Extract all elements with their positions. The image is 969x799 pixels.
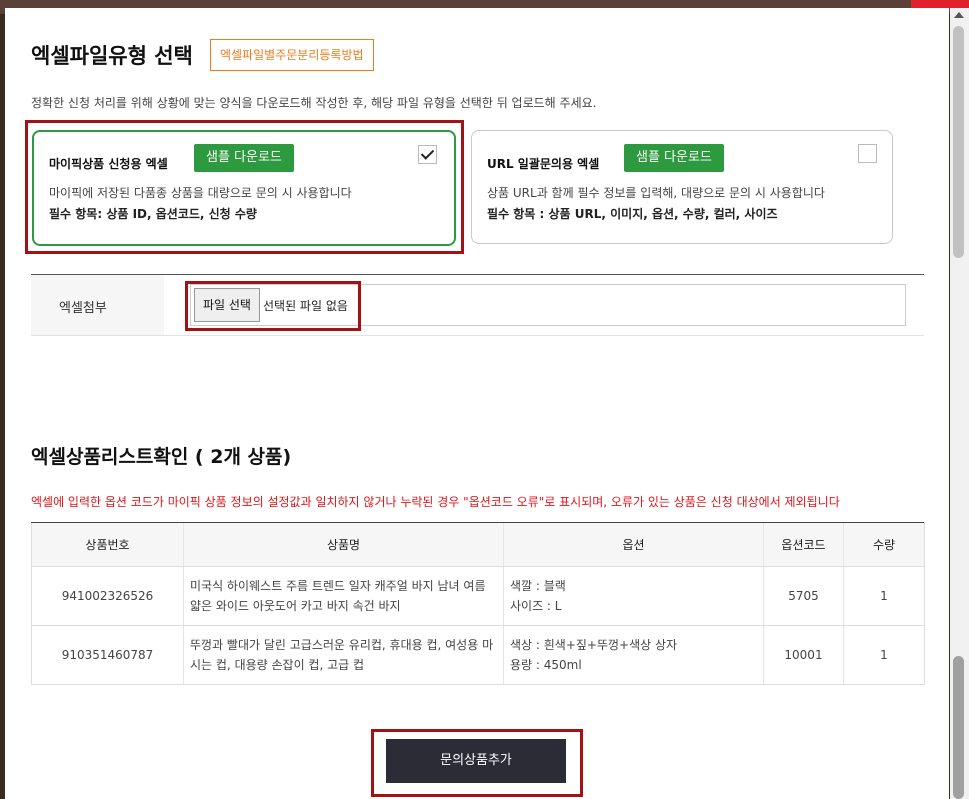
page-title: 엑셀파일유형 선택 [31, 44, 193, 68]
card-url-excel[interactable]: URL 일괄문의용 엑셀 샘플 다운로드 상품 URL과 함께 필수 정보를 입… [471, 130, 893, 244]
table-row: 941002326526 미국식 하이웨스트 주름 트렌드 일자 캐주얼 바지 … [31, 566, 925, 626]
file-input[interactable]: 파일 선택 선택된 파일 없음 [190, 284, 906, 326]
excel-guide-button[interactable]: 엑셀파일별주문분리등록방법 [210, 39, 374, 71]
add-inquiry-products-button[interactable]: 문의상품추가 [386, 739, 566, 783]
warning-text: 엑셀에 입력한 옵션 코드가 마이픽 상품 정보의 설정값과 일치하지 않거나 … [31, 495, 840, 509]
checkbox[interactable] [858, 144, 877, 163]
column-header: 수량 [843, 522, 925, 567]
divider [31, 274, 924, 275]
option-code: 10001 [763, 625, 844, 685]
option-code: 5705 [763, 566, 844, 626]
scrollbar-thumb[interactable] [953, 26, 964, 258]
option-line: 색깔 : 블랙 [510, 579, 566, 593]
product-name: 뚜껑과 빨대가 달린 고급스러운 유리컵, 휴대용 컵, 여성용 마시는 컵, … [183, 625, 504, 685]
excel-upload-modal: 엑셀파일유형 선택 엑셀파일별주문분리등록방법 정확한 신청 처리를 위해 상황… [5, 8, 949, 799]
sample-download-button[interactable]: 샘플 다운로드 [624, 144, 724, 172]
option-line: 사이즈 : L [510, 599, 562, 613]
card-required-fields: 필수 항목: 상품 ID, 옵션코드, 신청 수량 [49, 207, 257, 221]
option-line: 용량 : 450ml [510, 658, 582, 672]
list-title: 엑셀상품리스트확인 ( 2개 상품) [31, 446, 292, 468]
checkbox[interactable] [418, 145, 437, 164]
card-title: URL 일괄문의용 엑셀 [487, 157, 600, 171]
product-number: 941002326526 [31, 566, 184, 626]
card-description: 상품 URL과 함께 필수 정보를 입력해, 대량으로 문의 시 사용합니다 [487, 186, 825, 200]
card-description: 마이픽에 저장된 다품종 상품을 대량으로 문의 시 사용합니다 [49, 186, 352, 200]
file-select-button[interactable]: 파일 선택 [194, 288, 260, 322]
table-row: 910351460787 뚜껑과 빨대가 달린 고급스러운 유리컵, 휴대용 컵… [31, 625, 925, 685]
card-title: 마이픽상품 신청용 엑셀 [49, 157, 168, 171]
card-mypick-excel[interactable]: 마이픽상품 신청용 엑셀 샘플 다운로드 마이픽에 저장된 다품종 상품을 대량… [32, 130, 456, 246]
file-status-text: 선택된 파일 없음 [263, 299, 348, 313]
column-header: 상품번호 [31, 522, 184, 567]
page-description: 정확한 신청 처리를 위해 상황에 맞는 양식을 다운로드해 작성한 후, 해당… [31, 96, 597, 110]
product-option: 색깔 : 블랙 사이즈 : L [503, 566, 764, 626]
scrollbar[interactable] [950, 8, 969, 799]
quantity: 1 [843, 566, 925, 626]
scrollbar-thumb[interactable] [953, 656, 964, 799]
product-number: 910351460787 [31, 625, 184, 685]
card-required-fields: 필수 항목 : 상품 URL, 이미지, 옵션, 수량, 컬러, 사이즈 [487, 207, 778, 221]
quantity: 1 [843, 625, 925, 685]
product-name: 미국식 하이웨스트 주름 트렌드 일자 캐주얼 바지 남녀 여름 얇은 와이드 … [183, 566, 504, 626]
product-option: 색상 : 흰색+짚+뚜껑+색상 상자 용량 : 450ml [503, 625, 764, 685]
column-header: 옵션코드 [763, 522, 844, 567]
divider [31, 335, 924, 336]
table-header-row: 상품번호 상품명 옵션 옵션코드 수량 [31, 522, 925, 567]
attach-label: 엑셀첨부 [59, 301, 107, 316]
scroll-up-arrow-icon[interactable] [954, 12, 964, 18]
sample-download-button[interactable]: 샘플 다운로드 [194, 144, 294, 172]
product-table: 상품번호 상품명 옵션 옵션코드 수량 941002326526 미국식 하이웨… [31, 522, 925, 685]
column-header: 상품명 [183, 522, 504, 567]
column-header: 옵션 [503, 522, 764, 567]
option-line: 색상 : 흰색+짚+뚜껑+색상 상자 [510, 638, 678, 652]
